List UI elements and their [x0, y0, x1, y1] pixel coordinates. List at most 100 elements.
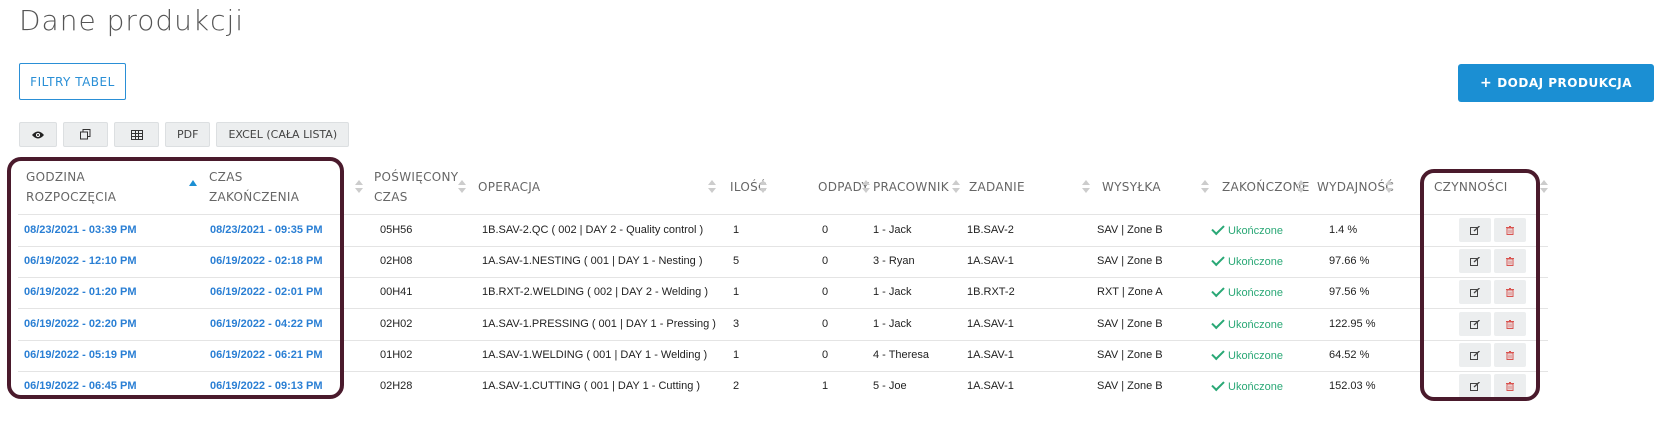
column-header-spent[interactable]: POŚWIĘCONY CZAS [374, 167, 458, 207]
copy-icon [80, 129, 91, 140]
delete-button[interactable] [1494, 280, 1526, 304]
toggle-columns-button[interactable] [19, 122, 57, 147]
column-header-efficiency[interactable]: WYDAJNOŚĆ [1317, 177, 1394, 197]
start-time-link[interactable]: 06/19/2022 - 02:20 PM [24, 318, 137, 330]
start-time-link[interactable]: 06/19/2022 - 01:20 PM [24, 286, 137, 298]
edit-button[interactable] [1459, 312, 1491, 336]
trash-icon [1506, 350, 1514, 360]
spent-time-cell: 02H28 [380, 380, 413, 392]
column-header-operation[interactable]: OPERACJA [478, 177, 540, 197]
check-icon [1211, 221, 1225, 236]
sort-icon[interactable] [862, 180, 870, 194]
sort-icon[interactable] [458, 180, 466, 194]
edit-button[interactable] [1459, 343, 1491, 367]
delete-button[interactable] [1494, 218, 1526, 242]
edit-button[interactable] [1459, 249, 1491, 273]
column-header-start[interactable]: GODZINA ROZPOCZĘCIA [26, 167, 116, 207]
row-divider [18, 308, 1548, 309]
shipping-cell: RXT | Zone A [1097, 286, 1163, 298]
status-badge: Ukończone [1211, 346, 1284, 362]
status-badge: Ukończone [1211, 221, 1283, 237]
column-header-end[interactable]: CZAS ZAKOŃCZENIA [209, 167, 299, 207]
edit-button[interactable] [1459, 280, 1491, 304]
delete-button[interactable] [1494, 249, 1526, 273]
copy-button[interactable] [63, 122, 108, 147]
pdf-export-button[interactable]: PDF [165, 122, 211, 147]
spent-time-cell: 02H02 [380, 318, 413, 330]
worker-cell: 1 - Jack [873, 286, 912, 298]
shipping-cell: SAV | Zone B [1097, 318, 1163, 330]
sort-icon[interactable] [1540, 180, 1548, 194]
task-cell: 1B.SAV-2 [967, 224, 1014, 236]
sort-icon[interactable] [1082, 180, 1090, 194]
table-icon [130, 129, 143, 140]
end-time-link[interactable]: 06/19/2022 - 09:13 PM [210, 380, 323, 392]
csv-button[interactable] [114, 122, 159, 147]
header-divider [18, 214, 1548, 215]
sort-icon[interactable] [1385, 180, 1393, 194]
sort-icon[interactable] [355, 180, 363, 194]
worker-cell: 1 - Jack [873, 318, 912, 330]
efficiency-cell: 97.56 % [1329, 286, 1370, 298]
export-toolbar: PDF EXCEL (CAŁA LISTA) [19, 122, 350, 147]
delete-button[interactable] [1494, 374, 1526, 398]
efficiency-cell: 122.95 % [1329, 318, 1376, 330]
sort-icon[interactable] [708, 180, 716, 194]
column-header-shipping[interactable]: WYSYŁKA [1102, 177, 1161, 197]
header-label: GODZINA [26, 170, 86, 184]
end-time-link[interactable]: 06/19/2022 - 06:21 PM [210, 349, 323, 361]
sort-icon[interactable] [1297, 180, 1305, 194]
trash-icon [1506, 381, 1514, 391]
waste-cell: 0 [822, 349, 829, 361]
eye-icon [32, 131, 44, 138]
quantity-cell: 1 [733, 349, 740, 361]
column-header-task[interactable]: ZADANIE [969, 177, 1025, 197]
waste-cell: 0 [822, 286, 829, 298]
page-title: Dane produkcji [19, 4, 245, 37]
excel-export-button[interactable]: EXCEL (CAŁA LISTA) [216, 122, 350, 147]
quantity-cell: 1 [733, 224, 740, 236]
row-divider [18, 277, 1548, 278]
waste-cell: 0 [822, 255, 829, 267]
sort-icon[interactable] [1201, 180, 1209, 194]
table-filters-button[interactable]: FILTRY TABEL [19, 63, 126, 100]
delete-button[interactable] [1494, 343, 1526, 367]
delete-button[interactable] [1494, 312, 1526, 336]
header-label: CZAS [209, 170, 243, 184]
start-time-link[interactable]: 08/23/2021 - 03:39 PM [24, 224, 137, 236]
spent-time-cell: 05H56 [380, 224, 413, 236]
sort-ascending-icon[interactable] [189, 180, 197, 186]
task-cell: 1A.SAV-1 [967, 318, 1014, 330]
waste-cell: 1 [822, 380, 829, 392]
start-time-link[interactable]: 06/19/2022 - 12:10 PM [24, 255, 137, 267]
edit-button[interactable] [1459, 374, 1491, 398]
status-label: Ukończone [1228, 350, 1284, 362]
edit-icon [1470, 225, 1480, 235]
operation-cell: 1A.SAV-1.NESTING ( 001 | DAY 1 - Nesting… [482, 255, 703, 267]
edit-icon [1470, 287, 1480, 297]
trash-icon [1506, 256, 1514, 266]
operation-cell: 1A.SAV-1.WELDING ( 001 | DAY 1 - Welding… [482, 349, 708, 361]
worker-cell: 1 - Jack [873, 224, 912, 236]
edit-button[interactable] [1459, 218, 1491, 242]
start-time-link[interactable]: 06/19/2022 - 06:45 PM [24, 380, 137, 392]
header-label: ROZPOCZĘCIA [26, 190, 117, 204]
sort-icon[interactable] [952, 180, 960, 194]
end-time-link[interactable]: 08/23/2021 - 09:35 PM [210, 224, 323, 236]
add-production-button[interactable]: + DODAJ PRODUKCJA [1458, 64, 1654, 102]
row-divider [18, 340, 1548, 341]
end-time-link[interactable]: 06/19/2022 - 04:22 PM [210, 318, 323, 330]
operation-cell: 1A.SAV-1.PRESSING ( 001 | DAY 1 - Pressi… [482, 318, 716, 330]
spent-time-cell: 00H41 [380, 286, 413, 298]
end-time-link[interactable]: 06/19/2022 - 02:01 PM [210, 286, 323, 298]
sort-icon[interactable] [759, 180, 767, 194]
quantity-cell: 5 [733, 255, 740, 267]
edit-icon [1470, 350, 1480, 360]
start-time-link[interactable]: 06/19/2022 - 05:19 PM [24, 349, 137, 361]
status-label: Ukończone [1228, 319, 1284, 331]
end-time-link[interactable]: 06/19/2022 - 02:18 PM [210, 255, 323, 267]
header-label: ZAKOŃCZENIA [209, 190, 300, 204]
column-header-worker[interactable]: PRACOWNIK [873, 177, 949, 197]
status-badge: Ukończone [1211, 283, 1283, 299]
edit-icon [1470, 256, 1480, 266]
